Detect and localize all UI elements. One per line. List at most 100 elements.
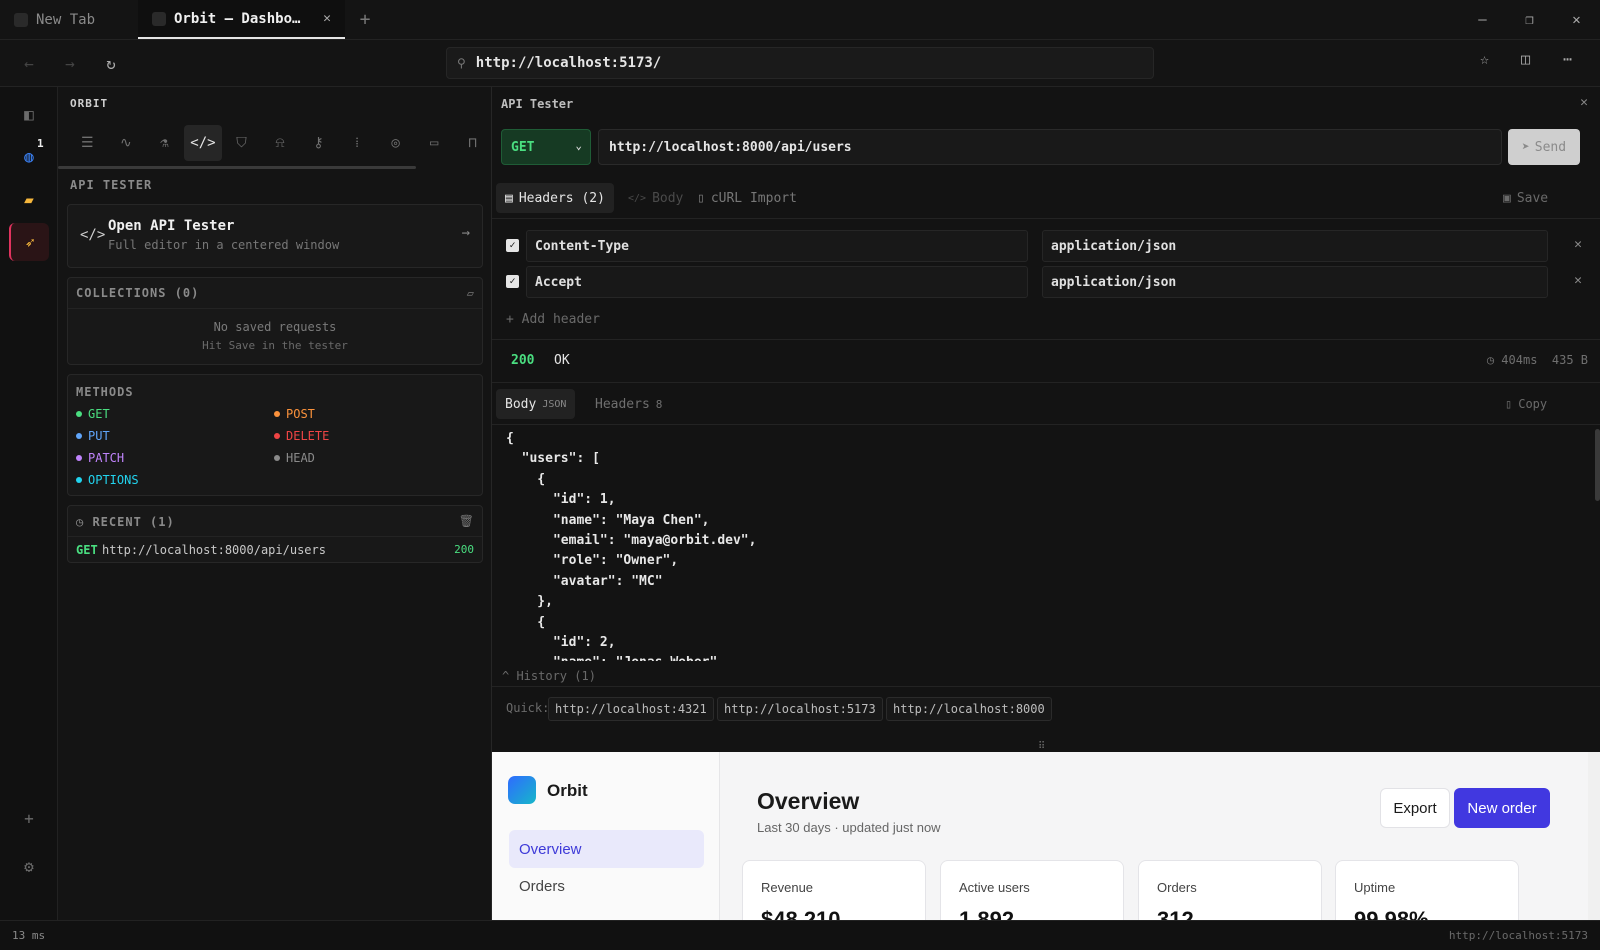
flask-icon[interactable]: ⚗ [145,125,184,161]
address-bar[interactable]: ⚲ http://localhost:5173/ [446,47,1154,79]
send-button[interactable]: ➤ Send [1508,129,1580,165]
method-post: POST [274,407,315,421]
copy-button[interactable]: ▯ Copy [1496,389,1556,419]
method-options: OPTIONS [76,473,139,487]
shield-icon[interactable]: ⛉ [222,125,261,161]
arrow-right-icon: → [461,225,470,241]
add-header-button[interactable]: + Add header [506,312,600,327]
horizontal-scrollbar[interactable] [58,166,416,169]
method-head: HEAD [274,451,315,465]
new-folder-icon[interactable]: ▱ [467,286,474,300]
site-info-icon[interactable]: ⚲ [457,56,466,70]
bell-icon[interactable]: ⍾ [261,125,300,161]
recent-status: 200 [454,543,474,556]
header-key-input[interactable]: Accept [526,266,1028,298]
monitor-icon[interactable]: ▭ [415,125,454,161]
response-scrollbar[interactable] [1595,429,1600,501]
restore-icon[interactable]: ❐ [1506,0,1553,39]
tab-headers[interactable]: ▤ Headers (2) [496,183,614,213]
quick-url-chip[interactable]: http://localhost:4321 [548,697,714,721]
card-title: Open API Tester [108,218,235,234]
method-select[interactable]: GET ⌄ [501,129,591,165]
orbit-logo [508,776,536,804]
response-status-bar: 200 OK ◷ 404ms 435 B [492,339,1600,383]
tab-orbit-dashboard[interactable]: Orbit — Dashbo… ✕ [138,0,345,39]
tab-label: Orbit — Dashbo… [174,10,301,27]
tab-response-headers[interactable]: Headers 8 [586,389,671,419]
open-api-tester-card[interactable]: </> Open API Tester Full editor in a cen… [67,204,483,268]
favicon-icon [14,12,28,27]
window-close-icon[interactable]: ✕ [1553,0,1600,39]
remove-header-icon[interactable]: ✕ [1574,237,1582,252]
tab-new-tab[interactable]: New Tab [0,0,138,39]
quick-label: Quick: [506,701,550,715]
bookmark-star-icon[interactable]: ☆ [1480,50,1489,68]
recent-url[interactable]: http://localhost:8000/api/users [102,543,326,557]
response-meta: ◷ 404ms 435 B [1486,353,1588,367]
add-icon[interactable]: + [9,799,49,837]
more-menu-icon[interactable]: ⋯ [1563,50,1572,68]
request-url-input[interactable]: http://localhost:8000/api/users [598,129,1502,165]
empty-hint: Hit Save in the tester [202,339,348,352]
tool-icon-row: ☰ ∿ ⚗ </> ⛉ ⍾ ⚷ ⁞ ◎ ▭ ⊓ [68,125,492,161]
minimize-icon[interactable]: — [1459,0,1506,39]
method-delete: DELETE [274,429,329,443]
header-value-input[interactable]: application/json [1042,230,1548,262]
header-key-input[interactable]: Content-Type [526,230,1028,262]
database-icon[interactable]: ☰ [68,125,107,161]
folder-icon[interactable]: ▰ [9,180,49,218]
tab-curl-import[interactable]: ▯ cURL Import [688,183,806,213]
favicon-icon [152,11,166,26]
browser-tab-bar: New Tab Orbit — Dashbo… ✕ + — ❐ ✕ [0,0,1600,40]
settings-gear-icon[interactable]: ⚙ [9,847,49,885]
key-icon[interactable]: ⚷ [299,125,338,161]
stat-card-uptime: Uptime 99.98% [1335,860,1519,920]
rocket-icon[interactable]: ➶ [9,223,49,261]
quick-url-chip[interactable]: http://localhost:5173 [717,697,883,721]
notification-badge: 1 [37,137,44,150]
response-body[interactable]: { "users": [ { "id": 1, "name": "Maya Ch… [506,429,1566,661]
forward-icon[interactable]: → [57,50,83,76]
save-icon: ▣ [1503,190,1511,206]
section-title: API TESTER [70,178,153,192]
request-tabs: ▤ Headers (2) </> Body ▯ cURL Import ▣ Save [492,175,1600,219]
quick-url-chip[interactable]: http://localhost:8000 [886,697,1052,721]
bookmark-icon[interactable]: ⊓ [453,125,492,161]
page-preview: Orbit Overview Orders Overview Last 30 d… [492,752,1588,920]
quick-urls: Quick: http://localhost:4321 http://loca… [492,686,1600,729]
copy-icon: ▯ [1505,397,1513,411]
save-button[interactable]: ▣ Save [1494,183,1557,213]
page-title: Overview [757,788,860,814]
components-icon[interactable]: ⁞ [338,125,377,161]
close-icon[interactable]: ✕ [1580,95,1588,110]
card-subtitle: Full editor in a centered window [108,238,340,252]
header-row: ✓ Content-Type application/json ✕ [492,230,1600,262]
export-button[interactable]: Export [1380,788,1450,828]
resize-handle[interactable]: ⠿ [1038,741,1045,752]
new-order-button[interactable]: New order [1454,788,1550,828]
network-globe-icon[interactable]: ◎ [376,125,415,161]
header-enabled-checkbox[interactable]: ✓ [506,239,519,252]
activity-chart-icon[interactable]: ∿ [107,125,146,161]
header-enabled-checkbox[interactable]: ✓ [506,275,519,288]
method-patch: PATCH [76,451,124,465]
split-view-icon[interactable]: ◫ [1521,50,1530,68]
toggle-sidebar-icon[interactable]: ◧ [9,95,49,133]
close-tab-icon[interactable]: ✕ [323,11,331,26]
file-icon: ▤ [505,190,513,206]
history-toggle[interactable]: ^ History (1) [502,669,596,683]
tab-label: New Tab [36,11,96,28]
nav-orders[interactable]: Orders [519,878,565,895]
trash-icon[interactable]: 🗑 [459,514,474,528]
back-icon[interactable]: ← [16,50,42,76]
new-tab-button[interactable]: + [345,0,385,39]
tab-body[interactable]: </> Body [619,183,692,213]
preview-scrollbar[interactable] [1588,752,1600,920]
reload-icon[interactable]: ↻ [98,50,124,76]
recent-method[interactable]: GET [76,543,98,557]
tab-response-body[interactable]: Body JSON [496,389,576,419]
code-icon[interactable]: </> [183,125,223,161]
remove-header-icon[interactable]: ✕ [1574,273,1582,288]
header-value-input[interactable]: application/json [1042,266,1548,298]
nav-overview[interactable]: Overview [509,830,704,868]
